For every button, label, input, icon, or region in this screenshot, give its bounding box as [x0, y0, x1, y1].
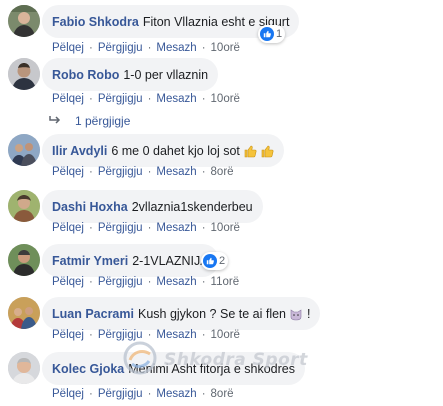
like-button[interactable]: Pëlqej: [52, 166, 84, 178]
reply-button[interactable]: Përgjigju: [98, 222, 143, 234]
reaction-summary[interactable]: 1: [258, 25, 286, 43]
reply-arrow-icon: [49, 114, 61, 128]
message-button[interactable]: Mesazh: [156, 93, 196, 105]
comment-bubble: Fatmir Ymeri 2-1VLAZNIJA: [42, 244, 219, 277]
message-button[interactable]: Mesazh: [156, 42, 196, 54]
comment-author[interactable]: Robo Robo: [52, 68, 119, 82]
like-button[interactable]: Pëlqej: [52, 222, 84, 234]
comment-bubble: Kolec Gjoka Menimi Asht fitorja e shkodr…: [42, 352, 305, 385]
reply-button[interactable]: Përgjigju: [98, 388, 143, 400]
comment-actions: Pëlqej · Përgjigju · Mesazh · 11orë: [52, 276, 240, 288]
comment-bubble: Ilir Avdyli 6 me 0 dahet kjo loj sot: [42, 134, 284, 167]
comment-text-end: !: [307, 306, 311, 321]
reaction-summary[interactable]: 2: [201, 252, 229, 270]
comment-actions: Pëlqej · Përgjigju · Mesazh · 10orë: [52, 222, 240, 234]
timestamp[interactable]: 10orë: [211, 93, 240, 105]
comment-author[interactable]: Luan Pacrami: [52, 307, 134, 321]
timestamp[interactable]: 10orë: [211, 329, 240, 341]
avatar[interactable]: [8, 190, 40, 222]
comment-text: 2-1VLAZNIJA: [132, 253, 209, 268]
reply-button[interactable]: Përgjigju: [98, 329, 143, 341]
comment-author[interactable]: Fatmir Ymeri: [52, 254, 128, 268]
avatar[interactable]: [8, 297, 40, 329]
avatar[interactable]: [8, 5, 40, 37]
comment-bubble: Dashi Hoxha 2vllaznia1skenderbeu: [42, 190, 263, 223]
reply-button[interactable]: Përgjigju: [98, 166, 143, 178]
comment-actions: Pëlqej · Përgjigju · Mesazh · 10orë: [52, 93, 240, 105]
message-button[interactable]: Mesazh: [156, 166, 196, 178]
reply-button[interactable]: Përgjigju: [98, 93, 143, 105]
timestamp[interactable]: 8orë: [211, 166, 234, 178]
reply-button[interactable]: Përgjigju: [98, 42, 143, 54]
cat-face-emoji-icon: [289, 307, 303, 321]
like-reaction-icon: [260, 27, 274, 41]
comment-text: Menimi Asht fitorja e shkodres: [128, 361, 295, 376]
comment-text: 2vllaznia1skenderbeu: [131, 199, 253, 214]
thumbs-up-emoji-icon: [260, 144, 274, 158]
message-button[interactable]: Mesazh: [156, 276, 196, 288]
like-button[interactable]: Pëlqej: [52, 276, 84, 288]
message-button[interactable]: Mesazh: [156, 388, 196, 400]
like-button[interactable]: Pëlqej: [52, 42, 84, 54]
comment-author[interactable]: Ilir Avdyli: [52, 144, 107, 158]
comment-bubble: Robo Robo 1-0 per vllaznin: [42, 58, 219, 91]
reply-button[interactable]: Përgjigju: [98, 276, 143, 288]
message-button[interactable]: Mesazh: [156, 222, 196, 234]
avatar[interactable]: [8, 352, 40, 384]
like-button[interactable]: Pëlqej: [52, 329, 84, 341]
comment-author[interactable]: Fabio Shkodra: [52, 15, 139, 29]
comment-author[interactable]: Kolec Gjoka: [52, 362, 124, 376]
reaction-count: 1: [276, 28, 283, 40]
avatar[interactable]: [8, 244, 40, 276]
comment-author[interactable]: Dashi Hoxha: [52, 200, 128, 214]
comment-bubble: Luan Pacrami Kush gjykon ? Se te ai flen…: [42, 297, 321, 330]
comment-text: 6 me 0 dahet kjo loj sot: [111, 143, 240, 158]
timestamp[interactable]: 8orë: [211, 388, 234, 400]
like-reaction-icon: [203, 254, 217, 268]
timestamp[interactable]: 10orë: [211, 42, 240, 54]
comment-text: Kush gjykon ? Se te ai flen: [137, 306, 286, 321]
message-button[interactable]: Mesazh: [156, 329, 196, 341]
comment-actions: Pëlqej · Përgjigju · Mesazh · 8orë: [52, 166, 234, 178]
avatar[interactable]: [8, 58, 40, 90]
timestamp[interactable]: 10orë: [211, 222, 240, 234]
comment-actions: Pëlqej · Përgjigju · Mesazh · 8orë: [52, 388, 234, 400]
like-button[interactable]: Pëlqej: [52, 388, 84, 400]
comment-actions: Pëlqej · Përgjigju · Mesazh · 10orë: [52, 329, 240, 341]
like-button[interactable]: Pëlqej: [52, 93, 84, 105]
timestamp[interactable]: 11orë: [211, 276, 240, 288]
replies-count[interactable]: 1 përgjigje: [75, 114, 130, 128]
comment-actions: Pëlqej · Përgjigju · Mesazh · 10orë: [52, 42, 240, 54]
avatar[interactable]: [8, 134, 40, 166]
thumbs-up-emoji-icon: [243, 144, 257, 158]
view-replies-link[interactable]: 1 përgjigje: [49, 114, 130, 128]
reaction-count: 2: [219, 255, 226, 267]
comment-text: 1-0 per vllaznin: [123, 67, 209, 82]
